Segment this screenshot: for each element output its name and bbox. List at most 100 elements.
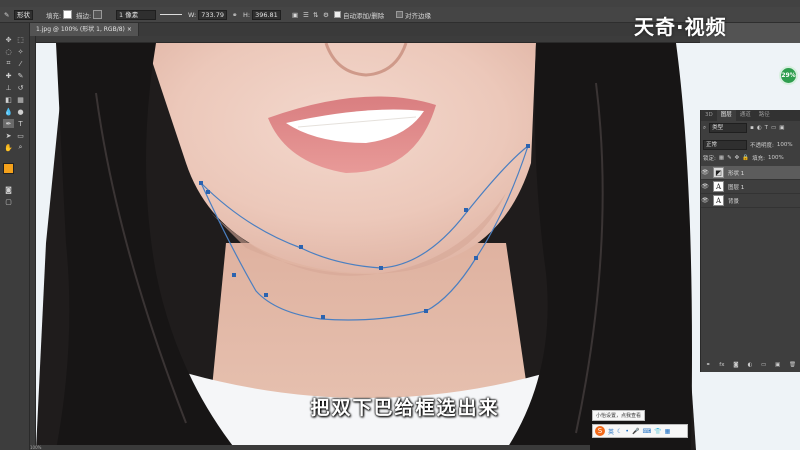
keyboard-icon[interactable]: ⌨	[642, 428, 651, 435]
eyedropper-icon[interactable]: ⁄	[15, 59, 26, 68]
tab-paths[interactable]: 路径	[755, 110, 774, 121]
document-canvas[interactable]	[36, 43, 700, 450]
tab-3d[interactable]: 3D	[701, 110, 717, 121]
filter-pixel-icon[interactable]: ▪	[750, 125, 754, 131]
lock-move-icon[interactable]: ✥	[735, 155, 740, 161]
rectangle-tool-icon[interactable]: ▭	[15, 131, 26, 140]
trash-icon[interactable]: 🗑	[789, 362, 796, 368]
align-edges-checkbox[interactable]	[396, 11, 403, 18]
status-bar: 100%	[30, 445, 590, 450]
blend-mode-select[interactable]: 正常	[703, 140, 747, 150]
auto-add-delete-checkbox[interactable]	[334, 11, 341, 18]
layer-row-shape[interactable]: 👁 ◩ 形状 1	[701, 166, 800, 180]
path-selection-icon[interactable]: ➤	[3, 131, 14, 140]
stroke-swatch[interactable]	[93, 10, 103, 19]
clone-stamp-icon[interactable]: ⊥	[3, 83, 14, 92]
document-tab[interactable]: 1.jpg @ 100% (形状 1, RGB/8) ×	[30, 23, 139, 36]
lock-draw-icon[interactable]: ✎	[727, 155, 732, 161]
pen-tool-icon-active[interactable]: ✒	[3, 119, 14, 128]
type-tool-icon[interactable]: T	[15, 119, 26, 128]
layers-panel: 3D 图层 通道 路径 ⌕ 类型 ▪ ◐ T ▭ ▣ 正常 不透明度: 100%…	[700, 110, 800, 372]
width-label: W:	[188, 10, 197, 19]
tab-layers[interactable]: 图层	[716, 110, 736, 121]
dodge-tool-icon[interactable]: ●	[15, 107, 26, 116]
tab-channels[interactable]: 通道	[736, 110, 755, 121]
width-field[interactable]: 733.79	[198, 9, 227, 20]
layer-name[interactable]: 图层 1	[728, 183, 744, 191]
link-layers-icon[interactable]: ⚭	[706, 362, 711, 368]
layer-thumbnail: A	[713, 195, 724, 206]
move-tool-icon[interactable]: ✥	[3, 35, 14, 44]
fill-field[interactable]: 100%	[768, 155, 784, 161]
layer-name[interactable]: 形状 1	[728, 169, 744, 177]
path-alignment-icon[interactable]: ☰	[303, 11, 309, 19]
hand-tool-icon[interactable]: ✋	[3, 143, 14, 152]
sogou-logo-icon[interactable]: S	[595, 426, 605, 436]
lock-all-icon[interactable]: 🔒	[742, 155, 749, 161]
ime-toolbar: S 英 ☾ • 🎤 ⌨ 👕 ▦	[592, 424, 688, 438]
progress-badge[interactable]: 29%	[779, 66, 798, 85]
height-field[interactable]: 396.81	[252, 9, 281, 20]
filter-adjust-icon[interactable]: ◐	[757, 125, 762, 131]
filter-shape-icon[interactable]: ▭	[771, 125, 776, 131]
adjustment-icon[interactable]: ◐	[747, 362, 752, 368]
gear-icon[interactable]: ⚙	[323, 11, 329, 19]
moon-icon[interactable]: ☾	[617, 428, 622, 435]
height-label: H:	[243, 10, 251, 19]
blur-tool-icon[interactable]: 💧	[3, 107, 14, 116]
eraser-icon[interactable]: ◧	[3, 95, 14, 104]
history-brush-icon[interactable]: ↺	[15, 83, 26, 92]
layer-row-layer1[interactable]: 👁 A 图层 1	[701, 180, 800, 194]
opacity-field[interactable]: 100%	[777, 142, 793, 148]
foreground-color-swatch[interactable]	[3, 163, 14, 174]
filter-type-icon[interactable]: T	[765, 125, 768, 131]
grid-icon[interactable]: ▦	[665, 428, 671, 435]
layer-name[interactable]: 背景	[728, 197, 739, 205]
stroke-style-line[interactable]	[160, 14, 182, 15]
quick-mask-icon[interactable]: ◙	[3, 185, 14, 194]
eye-icon[interactable]: 👁	[701, 197, 709, 204]
menu-bar[interactable]	[0, 0, 800, 7]
crop-tool-icon[interactable]: ⌗	[3, 59, 14, 68]
document-tab-title: 1.jpg @ 100% (形状 1, RGB/8)	[36, 26, 125, 33]
fill-label: 填充:	[46, 11, 62, 20]
shirt-icon[interactable]: 👕	[654, 428, 661, 435]
pen-tool-icon[interactable]: ✎	[4, 9, 9, 20]
link-icon[interactable]: ⚭	[232, 11, 237, 19]
group-icon[interactable]: ▭	[761, 362, 766, 368]
mask-icon[interactable]: ◙	[733, 362, 738, 368]
new-layer-icon[interactable]: ▣	[775, 362, 780, 368]
path-operations-icon[interactable]: ▣	[292, 11, 298, 19]
fx-icon[interactable]: fx	[719, 362, 724, 368]
gradient-tool-icon[interactable]: ▦	[15, 95, 26, 104]
healing-brush-icon[interactable]: ✚	[3, 71, 14, 80]
layer-row-background[interactable]: 👁 A 背景	[701, 194, 800, 208]
path-arrange-icon[interactable]: ⇅	[313, 11, 318, 19]
close-icon[interactable]: ×	[127, 26, 132, 33]
zoom-tool-icon[interactable]: ⌕	[15, 143, 26, 152]
ime-tooltip: 小怡设置，点我查看	[592, 410, 646, 421]
brush-tool-icon[interactable]: ✎	[15, 71, 26, 80]
marquee-tool-icon[interactable]: ⬚	[15, 35, 26, 44]
lock-label: 锁定:	[703, 156, 716, 162]
filter-kind-select[interactable]: 类型	[709, 123, 748, 133]
screen-mode-icon[interactable]: ▢	[3, 197, 14, 206]
lock-pixels-icon[interactable]: ▦	[719, 155, 724, 161]
search-icon: ⌕	[703, 124, 707, 131]
layer-thumbnail: ◩	[713, 167, 724, 178]
watermark-logo: 天奇·视频	[634, 15, 727, 39]
punctuation-icon[interactable]: •	[625, 428, 629, 435]
right-bottom-background	[700, 372, 800, 450]
ime-mode[interactable]: 英	[608, 427, 614, 436]
eye-icon[interactable]: 👁	[701, 183, 709, 190]
magic-wand-icon[interactable]: ✧	[15, 47, 26, 56]
stroke-width-select[interactable]: 1 像素	[116, 9, 156, 20]
fill-swatch[interactable]	[63, 10, 73, 19]
zoom-readout[interactable]: 100%	[30, 445, 41, 450]
microphone-icon[interactable]: 🎤	[632, 428, 639, 435]
lasso-tool-icon[interactable]: ◌	[3, 47, 14, 56]
shape-mode-select[interactable]: 形状	[14, 9, 33, 20]
filter-smart-icon[interactable]: ▣	[779, 125, 784, 131]
eye-icon[interactable]: 👁	[701, 169, 709, 176]
stroke-label: 描边:	[76, 11, 92, 20]
